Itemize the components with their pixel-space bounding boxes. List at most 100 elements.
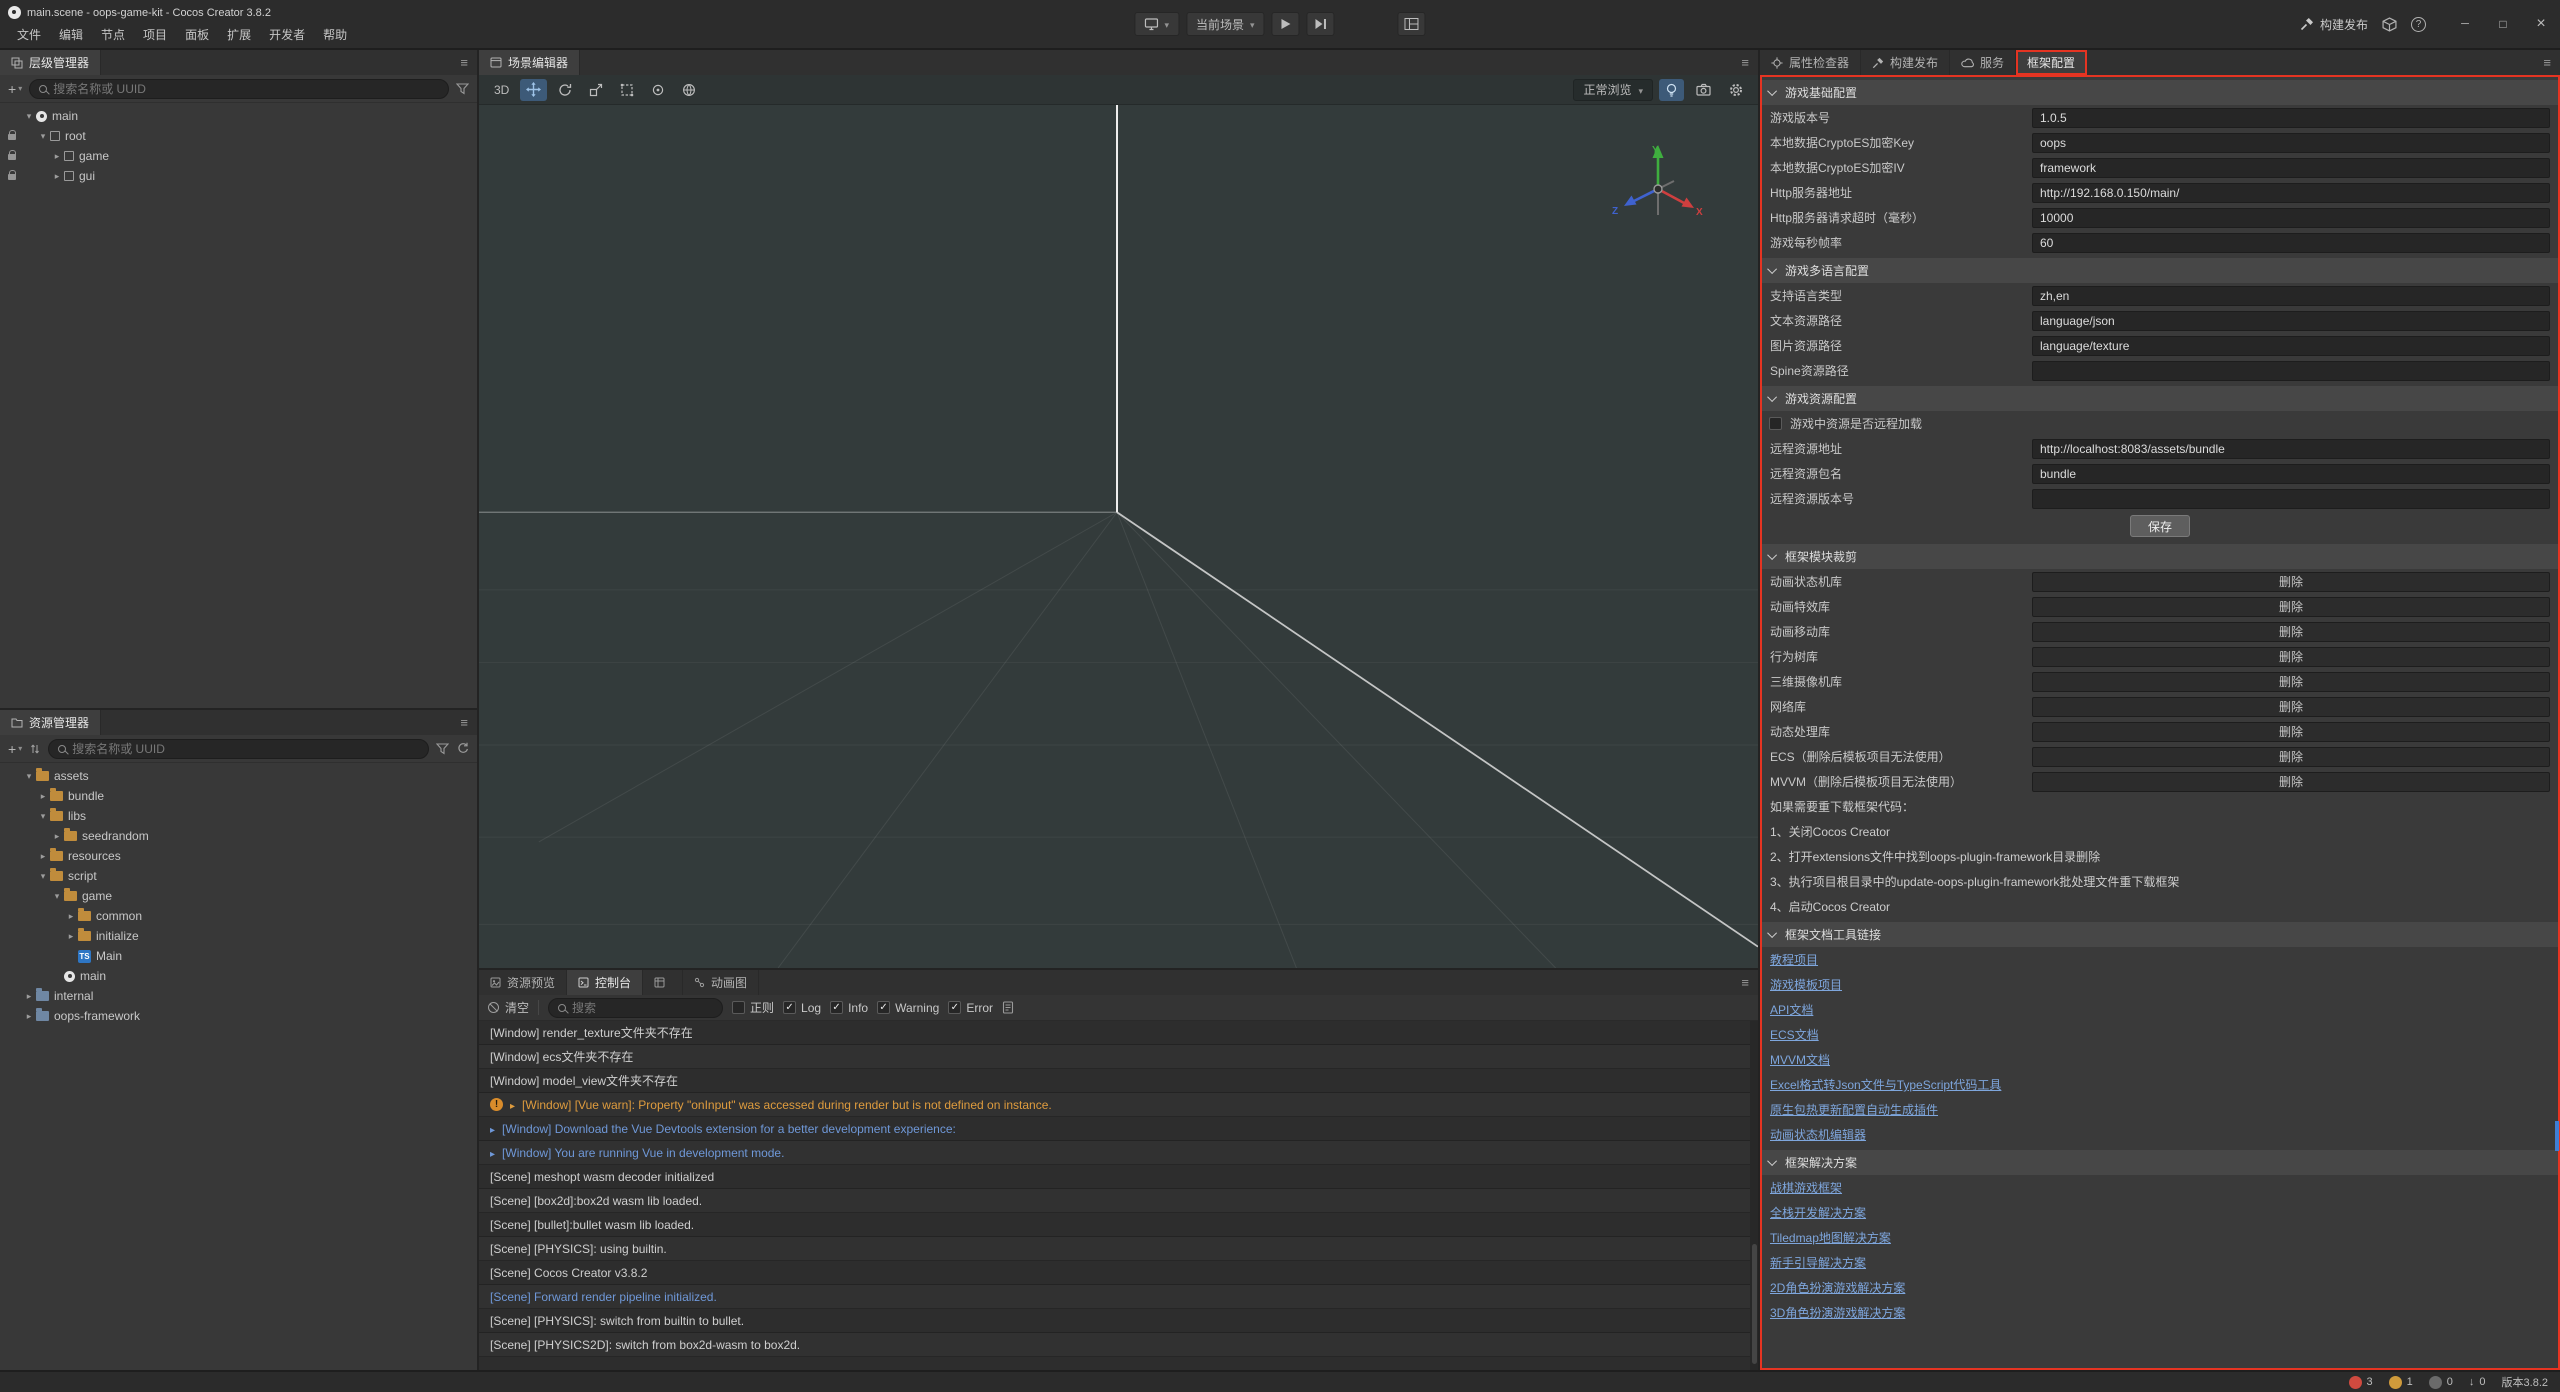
light-toggle-button[interactable] xyxy=(1659,79,1684,101)
console-log-list[interactable]: [Window] render_texture文件夹不存在 [Window] e… xyxy=(479,1021,1758,1370)
menu-file[interactable]: 文件 xyxy=(8,26,50,43)
menu-help[interactable]: 帮助 xyxy=(314,26,356,43)
build-publish-button[interactable]: 构建发布 xyxy=(2300,16,2368,33)
scene-viewport[interactable]: Y X Z xyxy=(479,105,1758,968)
expand-arrow-icon[interactable] xyxy=(50,151,64,162)
expand-arrow-icon[interactable] xyxy=(36,811,50,822)
view-mode-dropdown[interactable]: 正常浏览 xyxy=(1573,79,1653,101)
error-count-badge[interactable]: 3 xyxy=(2349,1376,2373,1389)
http-server-input[interactable] xyxy=(2032,183,2550,203)
inspector-scrollbar-thumb[interactable] xyxy=(2555,1121,2559,1151)
filter-icon[interactable] xyxy=(436,743,449,755)
delete-button[interactable]: 删除 xyxy=(2032,697,2550,717)
expand-log-icon[interactable] xyxy=(490,1122,495,1136)
log-checkbox[interactable] xyxy=(783,1001,796,1014)
log-row[interactable]: [Scene] meshopt wasm decoder initialized xyxy=(479,1165,1758,1189)
expand-arrow-icon[interactable] xyxy=(36,791,50,802)
log-row[interactable]: [Scene] [PHYSICS]: using builtin. xyxy=(479,1237,1758,1261)
console-search-input[interactable] xyxy=(572,1001,713,1015)
filter-warning[interactable]: Warning xyxy=(877,1001,939,1015)
asset-node-main-ts[interactable]: Main xyxy=(0,946,477,966)
info-count-badge[interactable]: 0 xyxy=(2429,1376,2453,1389)
console-scrollbar[interactable] xyxy=(1750,1021,1758,1370)
doc-link[interactable]: 游戏模板项目 xyxy=(1770,976,1842,993)
doc-link[interactable]: MVVM文档 xyxy=(1770,1051,1830,1068)
crypto-key-input[interactable] xyxy=(2032,133,2550,153)
section-solutions[interactable]: 框架解决方案 xyxy=(1760,1150,2560,1175)
crypto-iv-input[interactable] xyxy=(2032,158,2550,178)
regex-toggle[interactable]: 正则 xyxy=(732,999,774,1016)
text-path-input[interactable] xyxy=(2032,311,2550,331)
warning-count-badge[interactable]: 1 xyxy=(2389,1376,2413,1389)
expand-arrow-icon[interactable] xyxy=(36,871,50,882)
section-language-config[interactable]: 游戏多语言配置 xyxy=(1760,258,2560,283)
expand-arrow-icon[interactable] xyxy=(50,171,64,182)
solution-link[interactable]: 2D角色扮演游戏解决方案 xyxy=(1770,1279,1905,1296)
hierarchy-node-game[interactable]: game xyxy=(0,146,477,166)
expand-arrow-icon[interactable] xyxy=(50,831,64,842)
expand-arrow-icon[interactable] xyxy=(50,891,64,902)
delete-button[interactable]: 删除 xyxy=(2032,622,2550,642)
section-module-trim[interactable]: 框架模块裁剪 xyxy=(1760,544,2560,569)
menu-developer[interactable]: 开发者 xyxy=(260,26,314,43)
maximize-button[interactable] xyxy=(2484,0,2522,48)
tab-animation-graph[interactable]: 动画图 xyxy=(683,970,759,995)
delete-button[interactable]: 删除 xyxy=(2032,722,2550,742)
expand-arrow-icon[interactable] xyxy=(22,1011,36,1022)
camera-button[interactable] xyxy=(1690,79,1717,101)
log-row[interactable]: [Window] model_view文件夹不存在 xyxy=(479,1069,1758,1093)
filter-error[interactable]: Error xyxy=(948,1001,993,1015)
delete-button[interactable]: 删除 xyxy=(2032,672,2550,692)
section-doc-links[interactable]: 框架文档工具链接 xyxy=(1760,922,2560,947)
package-icon[interactable] xyxy=(2382,17,2397,32)
asset-node-assets[interactable]: assets xyxy=(0,766,477,786)
lock-icon[interactable] xyxy=(8,154,16,160)
hierarchy-node-main[interactable]: main xyxy=(0,106,477,126)
asset-node-seedrandom[interactable]: seedrandom xyxy=(0,826,477,846)
menu-edit[interactable]: 编辑 xyxy=(50,26,92,43)
remote-version-input[interactable] xyxy=(2032,489,2550,509)
expand-arrow-icon[interactable] xyxy=(22,111,36,122)
export-log-icon[interactable] xyxy=(1002,1001,1014,1014)
menu-panel[interactable]: 面板 xyxy=(176,26,218,43)
log-row[interactable]: [Scene] [box2d]:box2d wasm lib loaded. xyxy=(479,1189,1758,1213)
play-button[interactable] xyxy=(1272,12,1300,36)
asset-node-script[interactable]: script xyxy=(0,866,477,886)
download-badge[interactable]: 0 xyxy=(2469,1376,2486,1388)
preview-target-button[interactable] xyxy=(1134,12,1179,36)
layout-button[interactable] xyxy=(1398,12,1426,36)
scale-tool-button[interactable] xyxy=(583,79,609,101)
create-asset-button[interactable] xyxy=(8,742,22,756)
asset-node-internal[interactable]: internal xyxy=(0,986,477,1006)
tab-console[interactable]: 控制台 xyxy=(567,970,643,995)
asset-node-oops-framework[interactable]: oops-framework xyxy=(0,1006,477,1026)
expand-arrow-icon[interactable] xyxy=(64,931,78,942)
log-row[interactable]: [Scene] [PHYSICS2D]: switch from box2d-w… xyxy=(479,1333,1758,1357)
close-button[interactable] xyxy=(2522,0,2560,48)
solution-link[interactable]: 战棋游戏框架 xyxy=(1770,1179,1842,1196)
help-icon[interactable] xyxy=(2411,17,2426,32)
clear-console-button[interactable]: 清空 xyxy=(488,999,529,1016)
filter-info[interactable]: Info xyxy=(830,1001,868,1015)
menu-extension[interactable]: 扩展 xyxy=(218,26,260,43)
assets-search[interactable] xyxy=(48,739,429,759)
asset-node-initialize[interactable]: initialize xyxy=(0,926,477,946)
tab-asset-preview[interactable]: 资源预览 xyxy=(479,970,567,995)
hierarchy-tab[interactable]: 层级管理器 xyxy=(0,50,101,75)
asset-node-bundle[interactable]: bundle xyxy=(0,786,477,806)
solution-link[interactable]: Tiledmap地图解决方案 xyxy=(1770,1229,1891,1246)
delete-button[interactable]: 删除 xyxy=(2032,772,2550,792)
scene-select-dropdown[interactable]: 当前场景 xyxy=(1186,12,1265,36)
log-row[interactable]: [Window] ecs文件夹不存在 xyxy=(479,1045,1758,1069)
lock-icon[interactable] xyxy=(8,134,16,140)
gizmo-space-button[interactable] xyxy=(676,79,702,101)
tab-service[interactable]: 服务 xyxy=(1950,50,2016,75)
console-search[interactable] xyxy=(548,998,723,1018)
hierarchy-search[interactable] xyxy=(29,79,449,99)
scene-tab[interactable]: 场景编辑器 xyxy=(479,50,580,75)
log-row-warning[interactable]: [Window] [Vue warn]: Property "onInput" … xyxy=(479,1093,1758,1117)
mode-3d-button[interactable]: 3D xyxy=(488,79,515,101)
delete-button[interactable]: 删除 xyxy=(2032,572,2550,592)
info-checkbox[interactable] xyxy=(830,1001,843,1014)
doc-link[interactable]: 教程项目 xyxy=(1770,951,1818,968)
